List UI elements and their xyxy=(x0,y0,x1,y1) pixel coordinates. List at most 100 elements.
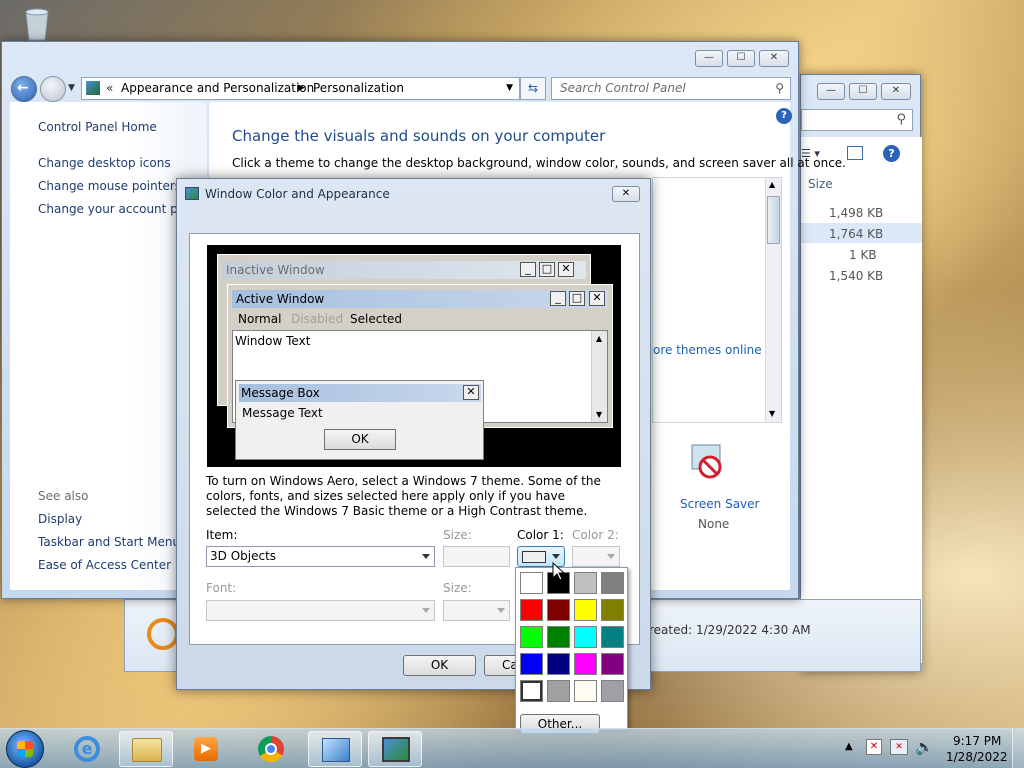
color-swatch[interactable] xyxy=(601,626,624,648)
menu-selected: Selected xyxy=(350,312,403,326)
close-icon: ✕ xyxy=(558,262,574,277)
date-created: reated: 1/29/2022 4:30 AM xyxy=(649,623,811,637)
show-hidden-icons[interactable]: ▲ xyxy=(845,741,853,752)
change-account-picture-link[interactable]: Change your account pict xyxy=(38,202,192,216)
color2-label: Color 2: xyxy=(572,528,619,542)
font-select[interactable] xyxy=(206,600,435,621)
color-swatch[interactable] xyxy=(574,572,597,594)
forward-button[interactable] xyxy=(40,76,66,102)
color-swatch[interactable] xyxy=(574,680,597,702)
maximize-icon: □ xyxy=(569,291,585,306)
minimize-button[interactable]: — xyxy=(695,50,723,67)
page-heading: Change the visuals and sounds on your co… xyxy=(232,127,606,145)
file-size: 1 KB xyxy=(849,248,877,262)
color-swatch[interactable] xyxy=(547,599,570,621)
inactive-window-title: Inactive Window xyxy=(226,263,325,277)
color-swatch[interactable] xyxy=(574,626,597,648)
back-button[interactable]: ← xyxy=(11,76,37,102)
control-panel-icon xyxy=(86,81,100,95)
get-more-themes-link[interactable]: ore themes online xyxy=(653,343,762,357)
color-swatch[interactable] xyxy=(520,599,543,621)
item-select[interactable]: 3D Objects xyxy=(206,546,435,567)
close-button[interactable]: ✕ xyxy=(759,50,789,67)
start-button[interactable] xyxy=(6,730,44,768)
taskbar-control-panel[interactable] xyxy=(308,731,362,767)
clock-date[interactable]: 1/28/2022 xyxy=(946,750,1008,764)
column-size[interactable]: Size xyxy=(808,177,833,191)
breadcrumb-item[interactable]: Personalization xyxy=(313,78,404,99)
color1-label: Color 1: xyxy=(517,528,564,542)
color-swatch[interactable] xyxy=(520,680,543,702)
recycle-bin-icon[interactable] xyxy=(18,6,56,42)
internet-explorer-icon: e xyxy=(74,736,100,762)
color-swatch[interactable] xyxy=(520,626,543,648)
recent-pages-icon[interactable]: ▼ xyxy=(68,83,75,93)
window-text: Window Text xyxy=(235,334,311,348)
color-swatch[interactable] xyxy=(601,599,624,621)
aero-info-text: To turn on Windows Aero, select a Window… xyxy=(206,474,601,518)
address-bar[interactable]: « Appearance and Personalization ▶ Perso… xyxy=(81,77,520,100)
show-desktop-button[interactable] xyxy=(1012,729,1024,768)
close-icon: ✕ xyxy=(463,385,479,400)
color-palette-dropdown[interactable]: Other... xyxy=(515,567,628,734)
font-size-select[interactable] xyxy=(443,600,510,621)
mouse-cursor xyxy=(552,561,566,584)
color-swatch[interactable] xyxy=(520,653,543,675)
ease-of-access-link[interactable]: Ease of Access Center xyxy=(38,558,171,572)
see-also-heading: See also xyxy=(38,489,89,503)
help-icon[interactable]: ? xyxy=(776,108,792,124)
taskbar-start-menu-link[interactable]: Taskbar and Start Menu xyxy=(38,535,180,549)
search-icon[interactable]: ⚲ xyxy=(775,78,784,99)
screen-saver-label[interactable]: Screen Saver xyxy=(680,497,759,511)
item-size-spinner[interactable] xyxy=(443,546,510,567)
control-panel-home-link[interactable]: Control Panel Home xyxy=(38,120,157,134)
file-size: 1,540 KB xyxy=(829,269,884,283)
search-icon[interactable]: ⚲ xyxy=(896,112,906,127)
action-center-icon[interactable]: ✕ xyxy=(866,739,882,755)
refresh-button[interactable]: ⇆ xyxy=(520,77,546,100)
close-button[interactable]: ✕ xyxy=(881,83,911,100)
maximize-button[interactable]: ☐ xyxy=(849,83,877,100)
color-swatch[interactable] xyxy=(547,653,570,675)
color-swatch[interactable] xyxy=(547,680,570,702)
color-swatch[interactable] xyxy=(601,680,624,702)
network-icon[interactable]: ✕ xyxy=(890,739,908,755)
maximize-button[interactable]: ☐ xyxy=(727,50,755,67)
taskbar-chrome[interactable] xyxy=(244,731,298,767)
control-panel-icon xyxy=(322,738,350,762)
breadcrumb-item[interactable]: Appearance and Personalization xyxy=(121,78,314,99)
menu-disabled: Disabled xyxy=(291,312,344,326)
taskbar-media-player[interactable]: ▶ xyxy=(178,731,232,767)
volume-icon[interactable]: 🔈 xyxy=(915,738,934,756)
minimize-icon: _ xyxy=(550,291,566,306)
color-swatch[interactable] xyxy=(574,653,597,675)
color-swatch[interactable] xyxy=(574,599,597,621)
appearance-preview: Inactive Window _ □ ✕ Active Window _ □ … xyxy=(207,245,621,467)
search-input[interactable]: Search Control Panel ⚲ xyxy=(551,77,791,100)
screen-saver-icon[interactable] xyxy=(690,443,726,479)
display-link[interactable]: Display xyxy=(38,512,82,526)
font-size-label: Size: xyxy=(443,581,472,595)
scrollbar-thumb[interactable] xyxy=(767,196,780,244)
address-dropdown-icon[interactable]: ▼ xyxy=(506,78,513,99)
theme-list[interactable]: ▲ ▼ ore themes online xyxy=(652,177,782,423)
change-desktop-icons-link[interactable]: Change desktop icons xyxy=(38,156,171,170)
color2-button[interactable] xyxy=(572,546,620,567)
clock-time[interactable]: 9:17 PM xyxy=(953,734,1001,748)
help-icon[interactable]: ? xyxy=(883,145,900,162)
color-swatch[interactable] xyxy=(601,572,624,594)
taskbar-personalization[interactable] xyxy=(368,731,422,767)
color-swatch[interactable] xyxy=(547,626,570,648)
color-swatch[interactable] xyxy=(601,653,624,675)
preview-pane-icon[interactable] xyxy=(847,146,863,160)
media-player-icon: ▶ xyxy=(194,737,218,761)
close-button[interactable]: ✕ xyxy=(612,186,640,202)
scrollbar[interactable]: ▲ ▼ xyxy=(765,178,781,422)
color-swatch[interactable] xyxy=(520,572,543,594)
ok-button[interactable]: OK xyxy=(403,655,476,676)
taskbar-internet-explorer[interactable]: e xyxy=(60,731,114,767)
change-mouse-pointers-link[interactable]: Change mouse pointers xyxy=(38,179,181,193)
menu-normal: Normal xyxy=(238,312,282,326)
minimize-button[interactable]: — xyxy=(817,83,845,100)
taskbar-explorer[interactable] xyxy=(119,731,173,767)
